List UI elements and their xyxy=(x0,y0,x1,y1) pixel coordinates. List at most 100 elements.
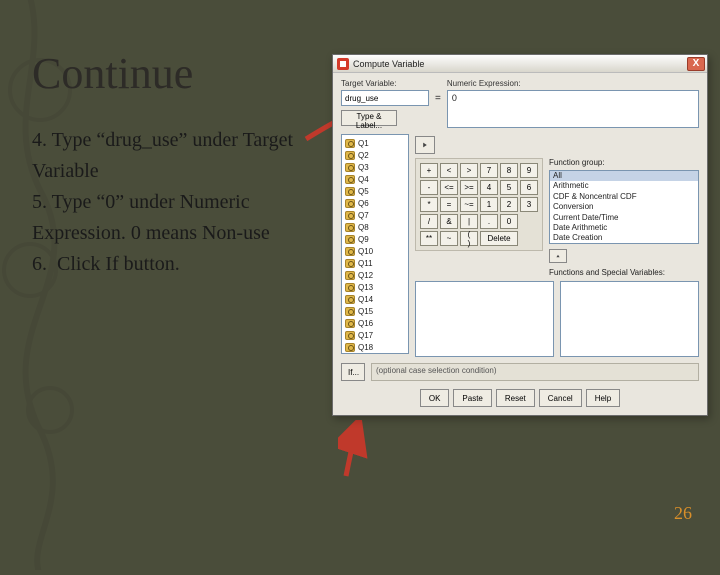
function-insert-button[interactable] xyxy=(549,249,567,263)
variable-icon xyxy=(345,343,355,352)
variable-item[interactable]: Q3 xyxy=(342,161,408,173)
variable-icon xyxy=(345,235,355,244)
function-description-box xyxy=(415,281,554,357)
keypad-4[interactable]: 4 xyxy=(480,180,498,195)
variable-item[interactable]: Q15 xyxy=(342,305,408,317)
keypad-7[interactable]: 7 xyxy=(480,163,498,178)
variable-name: Q8 xyxy=(358,223,369,232)
reset-button[interactable]: Reset xyxy=(496,389,535,407)
keypad-[interactable]: - xyxy=(420,180,438,195)
variable-item[interactable]: Q10 xyxy=(342,245,408,257)
variable-item[interactable]: Q16 xyxy=(342,317,408,329)
function-group-item[interactable]: Current Date/Time xyxy=(550,213,698,223)
keypad-[interactable]: ( ) xyxy=(460,231,478,246)
keypad-[interactable]: . xyxy=(480,214,498,229)
variable-icon xyxy=(345,307,355,316)
transfer-right-button[interactable] xyxy=(415,136,435,154)
keypad-[interactable]: < xyxy=(440,163,458,178)
target-variable-input[interactable] xyxy=(341,90,429,106)
dialog-titlebar: Compute Variable X xyxy=(333,55,707,73)
keypad-[interactable]: <= xyxy=(440,180,458,195)
variable-name: Q18 xyxy=(358,343,373,352)
keypad-[interactable]: | xyxy=(460,214,478,229)
slide-title: Continue xyxy=(32,48,193,99)
numeric-expression-input[interactable]: 0 xyxy=(447,90,699,128)
variable-name: Q1 xyxy=(358,139,369,148)
function-group-label: Function group: xyxy=(549,158,699,167)
variable-icon xyxy=(345,331,355,340)
keypad-[interactable]: >= xyxy=(460,180,478,195)
keypad-[interactable]: + xyxy=(420,163,438,178)
if-condition-display: (optional case selection condition) xyxy=(371,363,699,381)
functions-vars-label: Functions and Special Variables: xyxy=(549,268,699,277)
numeric-expression-label: Numeric Expression: xyxy=(447,79,699,88)
variable-name: Q14 xyxy=(358,295,373,304)
variable-item[interactable]: Q8 xyxy=(342,221,408,233)
keypad-3[interactable]: 3 xyxy=(520,197,538,212)
variable-name: Q2 xyxy=(358,151,369,160)
keypad-delete[interactable]: Delete xyxy=(480,231,518,246)
keypad-1[interactable]: 1 xyxy=(480,197,498,212)
function-group-item[interactable]: Arithmetic xyxy=(550,181,698,191)
variable-item[interactable]: Q5 xyxy=(342,185,408,197)
variable-item[interactable]: Q7 xyxy=(342,209,408,221)
keypad-[interactable]: ~ xyxy=(440,231,458,246)
variable-name: Q12 xyxy=(358,271,373,280)
keypad-[interactable]: * xyxy=(420,197,438,212)
keypad-[interactable]: & xyxy=(440,214,458,229)
calculator-keypad: +<>789 -<=>=456 *=~=123 /&|.0 **~( )Delete xyxy=(415,158,543,251)
function-group-item[interactable]: Conversion xyxy=(550,202,698,212)
function-group-list[interactable]: AllArithmeticCDF & Noncentral CDFConvers… xyxy=(549,170,699,244)
variable-item[interactable]: Q2 xyxy=(342,149,408,161)
variable-icon xyxy=(345,151,355,160)
variable-item[interactable]: Q12 xyxy=(342,269,408,281)
keypad-[interactable]: / xyxy=(420,214,438,229)
keypad-2[interactable]: 2 xyxy=(500,197,518,212)
page-number: 26 xyxy=(674,503,692,524)
variable-icon xyxy=(345,163,355,172)
function-group-item[interactable]: All xyxy=(550,171,698,181)
variable-name: Q11 xyxy=(358,259,373,268)
close-button[interactable]: X xyxy=(687,57,705,71)
variable-icon xyxy=(345,139,355,148)
variable-name: Q9 xyxy=(358,235,369,244)
type-and-label-button[interactable]: Type & Label... xyxy=(341,110,397,126)
variable-item[interactable]: Q9 xyxy=(342,233,408,245)
keypad-5[interactable]: 5 xyxy=(500,180,518,195)
keypad-[interactable]: ** xyxy=(420,231,438,246)
arrow-up-icon xyxy=(556,251,560,261)
ok-button[interactable]: OK xyxy=(420,389,450,407)
variable-list[interactable]: Q1 Q2Q3 Q4Q5Q6 Q7 Q8 Q9Q10 Q11 Q12 Q13 Q14Q15Q16 Q… xyxy=(341,134,409,354)
arrow-to-if xyxy=(338,420,378,480)
variable-item[interactable]: Q6 xyxy=(342,197,408,209)
keypad-9[interactable]: 9 xyxy=(520,163,538,178)
variable-item[interactable]: Q1 xyxy=(342,137,408,149)
function-group-item[interactable]: Date Creation xyxy=(550,233,698,243)
help-button[interactable]: Help xyxy=(586,389,620,407)
cancel-button[interactable]: Cancel xyxy=(539,389,582,407)
keypad-[interactable]: = xyxy=(440,197,458,212)
variable-icon xyxy=(345,223,355,232)
function-group-item[interactable]: Date Arithmetic xyxy=(550,223,698,233)
variable-name: Q17 xyxy=(358,331,373,340)
keypad-[interactable]: ~= xyxy=(460,197,478,212)
keypad-[interactable]: > xyxy=(460,163,478,178)
variable-name: Q4 xyxy=(358,175,369,184)
variable-name: Q7 xyxy=(358,211,369,220)
variable-item[interactable]: Q13 xyxy=(342,281,408,293)
variable-icon xyxy=(345,319,355,328)
keypad-6[interactable]: 6 xyxy=(520,180,538,195)
variable-item[interactable]: Q11 xyxy=(342,257,408,269)
paste-button[interactable]: Paste xyxy=(453,389,491,407)
variable-item[interactable]: Q17 xyxy=(342,329,408,341)
variable-item[interactable]: Q14 xyxy=(342,293,408,305)
variable-item[interactable]: Q18 xyxy=(342,341,408,353)
compute-variable-dialog: Compute Variable X Target Variable: Type… xyxy=(332,54,708,416)
if-button[interactable]: If... xyxy=(341,363,365,381)
variable-name: Q13 xyxy=(358,283,373,292)
keypad-0[interactable]: 0 xyxy=(500,214,518,229)
keypad-8[interactable]: 8 xyxy=(500,163,518,178)
functions-vars-list[interactable] xyxy=(560,281,699,357)
variable-item[interactable]: Q4 xyxy=(342,173,408,185)
function-group-item[interactable]: CDF & Noncentral CDF xyxy=(550,192,698,202)
